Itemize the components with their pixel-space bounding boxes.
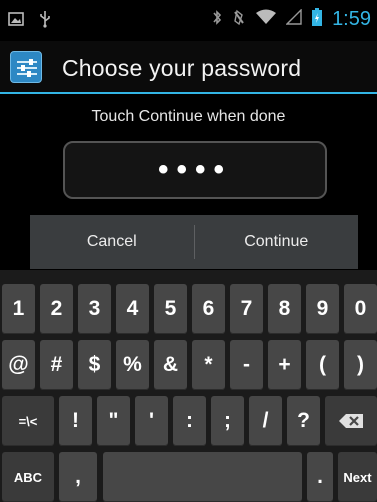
status-bar-left: [8, 10, 52, 33]
action-button-bar: Cancel Continue: [30, 215, 358, 269]
key-ampersand[interactable]: &: [154, 340, 187, 390]
status-bar-right: 1:59: [212, 8, 371, 31]
key-slash[interactable]: /: [249, 396, 282, 446]
password-input[interactable]: ••••: [63, 141, 327, 199]
screenshot-icon: [8, 12, 24, 31]
backspace-key[interactable]: [325, 396, 377, 446]
key-dollar[interactable]: $: [78, 340, 111, 390]
key-1[interactable]: 1: [2, 284, 35, 334]
cancel-button[interactable]: Cancel: [30, 215, 194, 269]
key-percent[interactable]: %: [116, 340, 149, 390]
password-value: ••••: [157, 153, 232, 186]
key-plus[interactable]: +: [268, 340, 301, 390]
key-minus[interactable]: -: [230, 340, 263, 390]
key-0[interactable]: 0: [344, 284, 377, 334]
backspace-icon: [338, 413, 364, 429]
key-single-quote[interactable]: ': [135, 396, 168, 446]
key-4[interactable]: 4: [116, 284, 149, 334]
key-open-paren[interactable]: (: [306, 340, 339, 390]
key-close-paren[interactable]: ): [344, 340, 377, 390]
key-9[interactable]: 9: [306, 284, 339, 334]
key-8[interactable]: 8: [268, 284, 301, 334]
key-5[interactable]: 5: [154, 284, 187, 334]
continue-button[interactable]: Continue: [195, 215, 359, 269]
title-bar: Choose your password: [0, 41, 377, 94]
vibrate-icon: [232, 9, 246, 31]
key-6[interactable]: 6: [192, 284, 225, 334]
page-title: Choose your password: [62, 55, 302, 81]
onscreen-keyboard: 1 2 3 4 5 6 7 8 9 0 @ # $ % & * - + ( ) …: [0, 270, 377, 502]
key-question[interactable]: ?: [287, 396, 320, 446]
key-semicolon[interactable]: ;: [211, 396, 244, 446]
key-exclamation[interactable]: !: [59, 396, 92, 446]
settings-app-icon: [10, 51, 42, 83]
key-colon[interactable]: :: [173, 396, 206, 446]
signal-icon: [285, 8, 302, 30]
key-more-symbols[interactable]: =\<: [2, 396, 54, 446]
key-period[interactable]: .: [307, 452, 333, 502]
instruction-text: Touch Continue when done: [91, 108, 286, 125]
battery-icon: [312, 8, 323, 31]
key-2[interactable]: 2: [40, 284, 73, 334]
wifi-icon: [256, 9, 277, 30]
key-hash[interactable]: #: [40, 340, 73, 390]
status-time: 1:59: [332, 8, 371, 30]
usb-icon: [38, 10, 52, 33]
bluetooth-icon: [212, 9, 222, 31]
key-at[interactable]: @: [2, 340, 35, 390]
key-asterisk[interactable]: *: [192, 340, 225, 390]
key-double-quote[interactable]: ": [97, 396, 130, 446]
key-3[interactable]: 3: [78, 284, 111, 334]
key-7[interactable]: 7: [230, 284, 263, 334]
status-bar: 1:59: [0, 0, 377, 41]
key-comma[interactable]: ,: [59, 452, 97, 502]
spacebar[interactable]: [103, 452, 302, 502]
key-abc[interactable]: ABC: [2, 452, 54, 502]
next-key[interactable]: Next: [338, 452, 377, 502]
